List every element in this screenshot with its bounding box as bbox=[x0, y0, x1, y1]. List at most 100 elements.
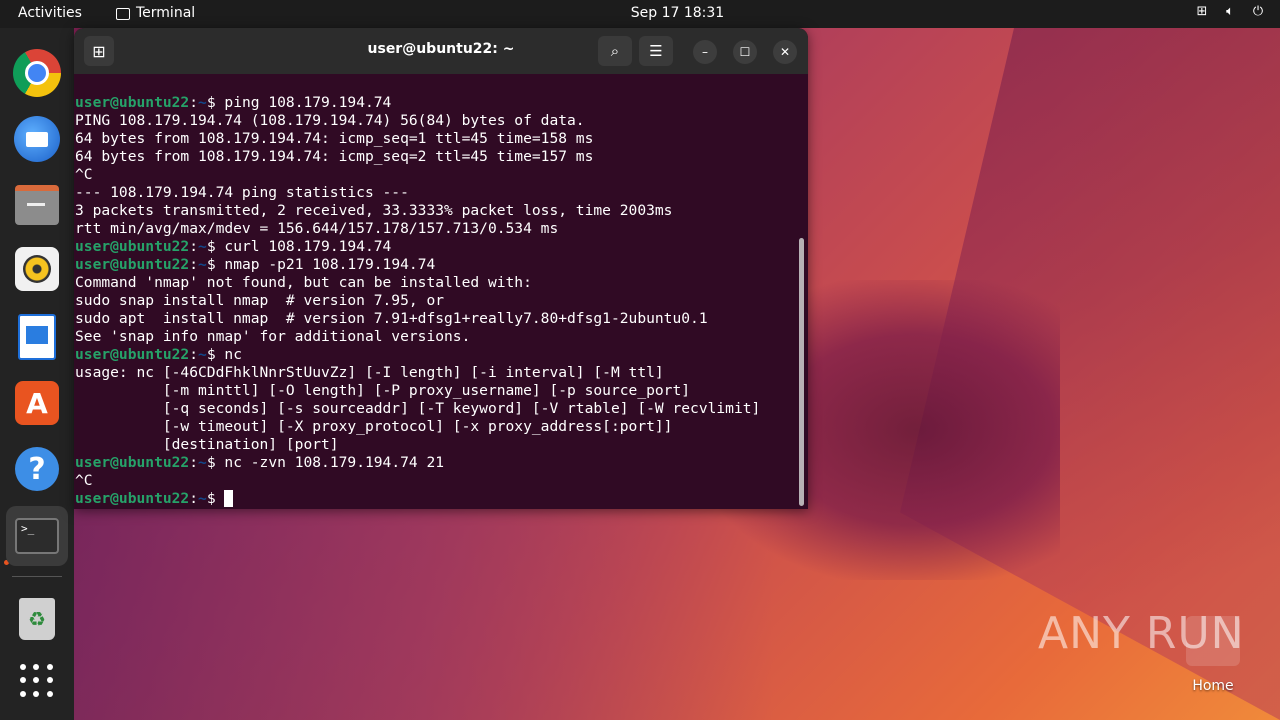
prompt-user: user@ubuntu22 bbox=[75, 238, 190, 255]
terminal-output[interactable]: user@ubuntu22:~$ ping 108.179.194.74 PING… bbox=[75, 94, 795, 508]
prompt-user: user@ubuntu22 bbox=[75, 490, 190, 507]
network-icon[interactable]: ⊞ bbox=[1194, 4, 1210, 19]
terminal-output-line: ^C bbox=[75, 166, 795, 184]
prompt-separator: : bbox=[189, 454, 199, 471]
chrome-icon bbox=[13, 49, 61, 97]
thunderbird-icon bbox=[14, 116, 60, 162]
hamburger-icon: ☰ bbox=[649, 42, 663, 60]
output-text: ^C bbox=[75, 472, 93, 489]
prompt-cwd: ~ bbox=[198, 490, 207, 507]
prompt-separator: : bbox=[189, 256, 199, 273]
terminal-output-line: [-w timeout] [-X proxy_protocol] [-x pro… bbox=[75, 418, 795, 436]
trash-icon: ♻ bbox=[19, 598, 55, 640]
command-text: nc bbox=[224, 346, 242, 363]
prompt-separator: : bbox=[189, 94, 199, 111]
output-text: usage: nc [-46CDdFhklNnrStUuvZz] [-I len… bbox=[75, 364, 664, 381]
terminal-window[interactable]: ⊞ user@ubuntu22: ~ ⌕ ☰ – ☐ ✕ user@ubuntu… bbox=[74, 28, 808, 509]
output-text: [-w timeout] [-X proxy_protocol] [-x pro… bbox=[75, 418, 673, 435]
system-tray[interactable]: ⊞ 🔈︎ ⏻ bbox=[1194, 4, 1266, 19]
dock-item-chrome[interactable] bbox=[12, 48, 62, 98]
app-grid-icon bbox=[20, 664, 54, 698]
terminal-output-line: sudo apt install nmap # version 7.91+dfs… bbox=[75, 310, 795, 328]
output-text: 3 packets transmitted, 2 received, 33.33… bbox=[75, 202, 673, 219]
dock-item-terminal[interactable]: >_ bbox=[6, 506, 68, 566]
prompt-symbol: $ bbox=[206, 238, 225, 255]
command-text: nc -zvn 108.179.194.74 21 bbox=[224, 454, 445, 471]
prompt-symbol: $ bbox=[206, 454, 225, 471]
software-store-icon: A bbox=[15, 381, 59, 425]
writer-icon bbox=[18, 314, 56, 360]
dock: A ? >_ ♻ bbox=[0, 28, 74, 720]
terminal-output-line: PING 108.179.194.74 (108.179.194.74) 56(… bbox=[75, 112, 795, 130]
dock-item-thunderbird[interactable] bbox=[12, 114, 62, 164]
maximize-button[interactable]: ☐ bbox=[733, 40, 757, 64]
text-cursor bbox=[224, 490, 234, 507]
close-button[interactable]: ✕ bbox=[773, 40, 797, 64]
command-text: curl 108.179.194.74 bbox=[224, 238, 392, 255]
close-icon: ✕ bbox=[779, 45, 791, 59]
output-text: sudo apt install nmap # version 7.91+dfs… bbox=[75, 310, 708, 327]
activities-button[interactable]: Activities bbox=[18, 5, 82, 21]
prompt-user: user@ubuntu22 bbox=[75, 346, 190, 363]
scrollbar[interactable] bbox=[799, 238, 804, 506]
top-bar: Activities Terminal Sep 17 18:31 ⊞ 🔈︎ ⏻ bbox=[0, 0, 1280, 28]
dock-item-rhythmbox[interactable] bbox=[12, 244, 62, 294]
output-text: sudo snap install nmap # version 7.95, o… bbox=[75, 292, 445, 309]
terminal-output-line: Command 'nmap' not found, but can be ins… bbox=[75, 274, 795, 292]
output-text: Command 'nmap' not found, but can be ins… bbox=[75, 274, 532, 291]
command-text: ping 108.179.194.74 bbox=[224, 94, 392, 111]
prompt-user: user@ubuntu22 bbox=[75, 256, 190, 273]
help-icon: ? bbox=[15, 447, 59, 491]
dock-item-trash[interactable]: ♻ bbox=[12, 594, 62, 644]
prompt-cwd: ~ bbox=[198, 256, 207, 273]
terminal-output-line: sudo snap install nmap # version 7.95, o… bbox=[75, 292, 795, 310]
app-menu[interactable]: Terminal bbox=[116, 5, 195, 21]
prompt-cwd: ~ bbox=[198, 346, 207, 363]
terminal-prompt-line: user@ubuntu22:~$ bbox=[75, 490, 795, 508]
maximize-icon: ☐ bbox=[739, 45, 751, 59]
prompt-symbol: $ bbox=[206, 490, 225, 507]
terminal-prompt-line: user@ubuntu22:~$ nmap -p21 108.179.194.7… bbox=[75, 256, 795, 274]
dock-item-writer[interactable] bbox=[12, 312, 62, 362]
terminal-output-line: rtt min/avg/max/mdev = 156.644/157.178/1… bbox=[75, 220, 795, 238]
terminal-app-icon: >_ bbox=[15, 518, 59, 554]
app-name: Terminal bbox=[136, 5, 196, 21]
prompt-symbol: $ bbox=[206, 346, 225, 363]
prompt-separator: : bbox=[189, 238, 199, 255]
prompt-separator: : bbox=[189, 490, 199, 507]
output-text: --- 108.179.194.74 ping statistics --- bbox=[75, 184, 409, 201]
dock-item-help[interactable]: ? bbox=[12, 444, 62, 494]
prompt-separator: : bbox=[189, 346, 199, 363]
terminal-output-line: [destination] [port] bbox=[75, 436, 795, 454]
terminal-output-line: usage: nc [-46CDdFhklNnrStUuvZz] [-I len… bbox=[75, 364, 795, 382]
output-text: See 'snap info nmap' for additional vers… bbox=[75, 328, 471, 345]
dock-item-software[interactable]: A bbox=[12, 378, 62, 428]
terminal-prompt-line: user@ubuntu22:~$ nc bbox=[75, 346, 795, 364]
prompt-cwd: ~ bbox=[198, 94, 207, 111]
terminal-prompt-line: user@ubuntu22:~$ curl 108.179.194.74 bbox=[75, 238, 795, 256]
command-text: nmap -p21 108.179.194.74 bbox=[224, 256, 436, 273]
files-icon bbox=[15, 185, 59, 225]
menu-button[interactable]: ☰ bbox=[639, 36, 673, 66]
terminal-headerbar[interactable]: ⊞ user@ubuntu22: ~ ⌕ ☰ – ☐ ✕ bbox=[74, 28, 808, 74]
output-text: [-m minttl] [-O length] [-P proxy_userna… bbox=[75, 382, 691, 399]
terminal-output-line: --- 108.179.194.74 ping statistics --- bbox=[75, 184, 795, 202]
clock[interactable]: Sep 17 18:31 bbox=[631, 5, 724, 21]
output-text: 64 bytes from 108.179.194.74: icmp_seq=1… bbox=[75, 130, 594, 147]
prompt-symbol: $ bbox=[206, 94, 225, 111]
show-apps-button[interactable] bbox=[12, 656, 62, 706]
terminal-prompt-line: user@ubuntu22:~$ ping 108.179.194.74 bbox=[75, 94, 795, 112]
output-text: PING 108.179.194.74 (108.179.194.74) 56(… bbox=[75, 112, 585, 129]
home-folder-label[interactable]: Home bbox=[1180, 678, 1246, 694]
power-icon[interactable]: ⏻ bbox=[1250, 4, 1266, 19]
dock-item-files[interactable] bbox=[12, 180, 62, 230]
volume-icon[interactable]: 🔈︎ bbox=[1222, 4, 1238, 19]
home-folder-icon[interactable] bbox=[1186, 616, 1240, 666]
minimize-button[interactable]: – bbox=[693, 40, 717, 64]
search-button[interactable]: ⌕ bbox=[598, 36, 632, 66]
terminal-output-line: [-q seconds] [-s sourceaddr] [-T keyword… bbox=[75, 400, 795, 418]
new-tab-button[interactable]: ⊞ bbox=[84, 36, 114, 66]
terminal-output-line: ^C bbox=[75, 472, 795, 490]
minimize-icon: – bbox=[702, 45, 708, 59]
prompt-user: user@ubuntu22 bbox=[75, 454, 190, 471]
